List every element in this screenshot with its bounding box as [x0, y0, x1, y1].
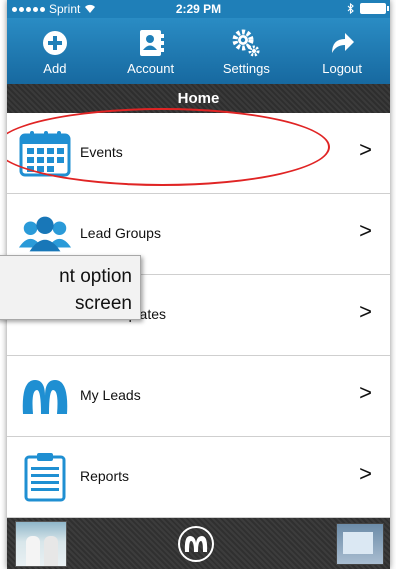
- callout-line-2: screen: [74, 293, 132, 314]
- account-button[interactable]: Account: [103, 18, 199, 84]
- menu-item-my-leads[interactable]: My Leads >: [7, 356, 390, 437]
- chevron-right-icon: >: [359, 461, 372, 486]
- people-group-icon: [17, 208, 73, 260]
- chevron-right-icon: >: [359, 218, 372, 243]
- share-arrow-icon: [329, 26, 355, 60]
- add-button[interactable]: Add: [7, 18, 103, 84]
- settings-label: Settings: [222, 61, 270, 76]
- m-logo-icon: [17, 370, 73, 422]
- photo-thumbnail-left[interactable]: [15, 521, 67, 567]
- bottom-banner: [7, 518, 390, 569]
- battery-icon: [360, 3, 389, 14]
- top-toolbar: Add Account Settings Logout: [7, 18, 390, 84]
- clipboard-icon: [17, 451, 73, 503]
- chevron-right-icon: >: [359, 299, 372, 324]
- annotation-callout: nt option screen: [0, 255, 141, 320]
- status-bar: Sprint 2:29 PM: [7, 0, 390, 18]
- add-label: Add: [43, 61, 67, 76]
- plus-circle-icon: [42, 26, 68, 60]
- logout-label: Logout: [322, 61, 362, 76]
- status-time: 2:29 PM: [175, 2, 222, 16]
- menu-item-reports[interactable]: Reports >: [7, 437, 390, 518]
- screen-thumbnail-right[interactable]: [336, 523, 384, 565]
- annotation-ellipse: [7, 108, 330, 186]
- chevron-right-icon: >: [359, 380, 372, 405]
- brand-logo-icon: [178, 526, 214, 562]
- menu-item-label: My Leads: [80, 387, 141, 403]
- chevron-right-icon: >: [359, 137, 372, 162]
- account-label: Account: [127, 61, 175, 76]
- logout-button[interactable]: Logout: [294, 18, 390, 84]
- settings-button[interactable]: Settings: [199, 18, 295, 84]
- bluetooth-icon: [347, 3, 354, 14]
- menu-item-label: Lead Groups: [80, 225, 161, 241]
- callout-line-1: nt option: [59, 266, 132, 287]
- gears-icon: [231, 26, 261, 60]
- address-book-icon: [136, 26, 166, 60]
- status-right: [347, 3, 389, 14]
- menu-item-label: Reports: [80, 468, 130, 484]
